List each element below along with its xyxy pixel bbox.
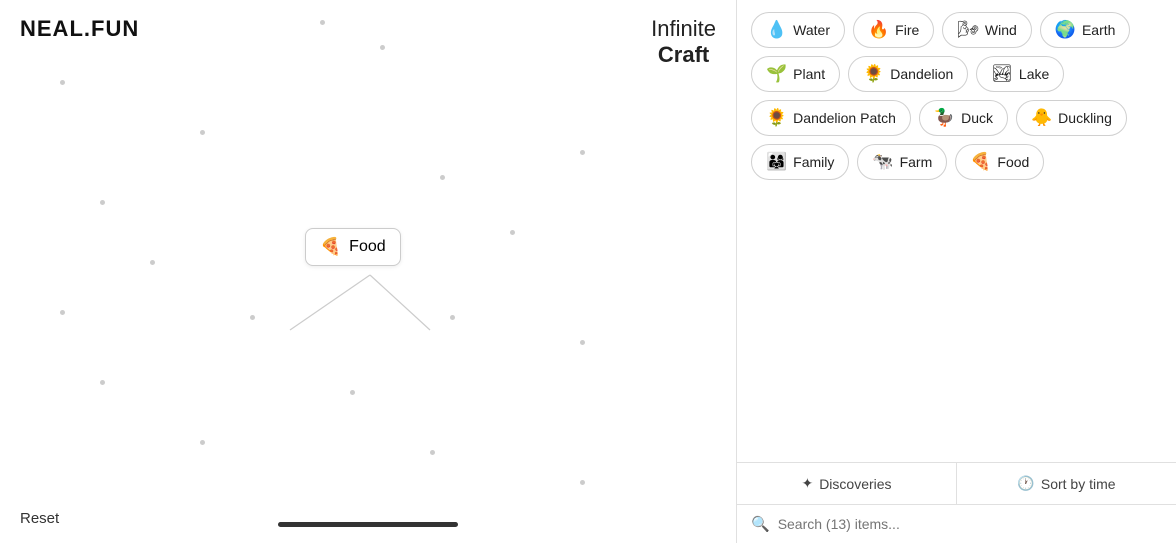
- element-label-fire: Fire: [895, 22, 919, 38]
- element-emoji-fire: 🔥: [868, 20, 889, 40]
- element-label-farm: Farm: [900, 154, 933, 170]
- scroll-indicator: [278, 522, 458, 527]
- element-label-earth: Earth: [1082, 22, 1115, 38]
- element-emoji-plant: 🌱: [766, 64, 787, 84]
- element-btn-duck[interactable]: 🦆 Duck: [919, 100, 1008, 136]
- element-btn-duckling[interactable]: 🐥 Duckling: [1016, 100, 1127, 136]
- canvas-dot: [380, 45, 385, 50]
- canvas-header: NEAL.FUN Infinite Craft: [0, 0, 736, 69]
- element-emoji-family: 👨‍👩‍👧: [766, 152, 787, 172]
- element-emoji-dandelion: 🌻: [863, 64, 884, 84]
- app-title-line2: Craft: [651, 42, 716, 68]
- tab-discoveries[interactable]: ✦ Discoveries: [737, 463, 957, 504]
- element-emoji-water: 💧: [766, 20, 787, 40]
- canvas-dot: [320, 20, 325, 25]
- element-emoji-farm: 🐄: [872, 152, 893, 172]
- element-label-wind: Wind: [985, 22, 1017, 38]
- canvas-dot: [510, 230, 515, 235]
- canvas-dot: [200, 130, 205, 135]
- canvas-dot: [350, 390, 355, 395]
- element-label-food: Food: [997, 154, 1029, 170]
- canvas-dot: [580, 150, 585, 155]
- search-area: 🔍: [737, 505, 1176, 543]
- element-emoji-duckling: 🐥: [1031, 108, 1052, 128]
- canvas-area: NEAL.FUN Infinite Craft 🍕 Food Reset: [0, 0, 736, 543]
- element-btn-lake[interactable]: 🏞 Lake: [976, 56, 1064, 92]
- reset-button[interactable]: Reset: [20, 510, 59, 527]
- element-btn-food[interactable]: 🍕 Food: [955, 144, 1044, 180]
- search-input[interactable]: [778, 516, 1162, 532]
- element-btn-fire[interactable]: 🔥 Fire: [853, 12, 934, 48]
- element-btn-dandelion[interactable]: 🌻 Dandelion: [848, 56, 968, 92]
- canvas-dot: [580, 480, 585, 485]
- app-title: Infinite Craft: [651, 16, 716, 69]
- app-title-line1: Infinite: [651, 16, 716, 42]
- element-btn-water[interactable]: 💧 Water: [751, 12, 845, 48]
- canvas-dot: [100, 200, 105, 205]
- canvas-food-item[interactable]: 🍕 Food: [305, 228, 401, 266]
- app-container: NEAL.FUN Infinite Craft 🍕 Food Reset 💧 Wa…: [0, 0, 1176, 543]
- logo: NEAL.FUN: [20, 16, 139, 42]
- element-emoji-lake: 🏞: [991, 64, 1013, 84]
- element-btn-dandelion-patch[interactable]: 🌻 Dandelion Patch: [751, 100, 911, 136]
- element-label-plant: Plant: [793, 66, 825, 82]
- canvas-dot: [430, 450, 435, 455]
- sort-time-icon: 🕐: [1017, 475, 1034, 492]
- element-label-duck: Duck: [961, 110, 993, 126]
- panel-bottom: ✦ Discoveries 🕐 Sort by time 🔍: [737, 462, 1176, 543]
- element-label-dandelion-patch: Dandelion Patch: [793, 110, 896, 126]
- panel-tabs: ✦ Discoveries 🕐 Sort by time: [737, 463, 1176, 505]
- element-label-family: Family: [793, 154, 834, 170]
- element-emoji-dandelion-patch: 🌻: [766, 108, 787, 128]
- element-emoji-earth: 🌍: [1055, 20, 1076, 40]
- search-icon: 🔍: [751, 515, 770, 533]
- canvas-lines-svg: [0, 0, 736, 543]
- canvas-food-emoji: 🍕: [320, 237, 341, 257]
- elements-grid: 💧 Water 🔥 Fire 🌬 Wind 🌍 Earth 🌱 Plant 🌻 Dandelion 🏞 L…: [737, 0, 1176, 462]
- canvas-dot: [100, 380, 105, 385]
- tab-sort-by-time[interactable]: 🕐 Sort by time: [957, 463, 1176, 504]
- canvas-dot: [60, 310, 65, 315]
- canvas-dot: [580, 340, 585, 345]
- element-btn-plant[interactable]: 🌱 Plant: [751, 56, 840, 92]
- right-panel: 💧 Water 🔥 Fire 🌬 Wind 🌍 Earth 🌱 Plant 🌻 Dandelion 🏞 L…: [736, 0, 1176, 543]
- element-btn-wind[interactable]: 🌬 Wind: [942, 12, 1032, 48]
- canvas-food-label: Food: [349, 238, 385, 256]
- element-label-lake: Lake: [1019, 66, 1049, 82]
- canvas-dot: [150, 260, 155, 265]
- canvas-dot: [440, 175, 445, 180]
- sort-time-label: Sort by time: [1041, 476, 1116, 492]
- element-emoji-food: 🍕: [970, 152, 991, 172]
- element-emoji-wind: 🌬: [957, 20, 979, 40]
- discoveries-label: Discoveries: [819, 476, 891, 492]
- discoveries-icon: ✦: [801, 475, 813, 492]
- element-btn-earth[interactable]: 🌍 Earth: [1040, 12, 1131, 48]
- element-btn-family[interactable]: 👨‍👩‍👧 Family: [751, 144, 849, 180]
- element-btn-farm[interactable]: 🐄 Farm: [857, 144, 947, 180]
- element-label-duckling: Duckling: [1058, 110, 1112, 126]
- element-emoji-duck: 🦆: [934, 108, 955, 128]
- canvas-dot: [200, 440, 205, 445]
- canvas-dot: [450, 315, 455, 320]
- element-label-water: Water: [793, 22, 830, 38]
- element-label-dandelion: Dandelion: [890, 66, 953, 82]
- canvas-dot: [60, 80, 65, 85]
- canvas-dot: [250, 315, 255, 320]
